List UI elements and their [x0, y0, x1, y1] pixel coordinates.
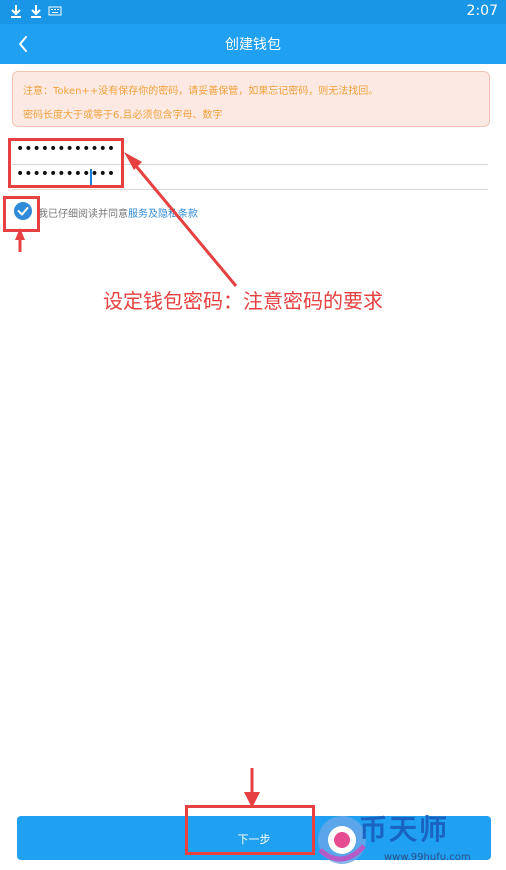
watermark-brand: 币天师 [359, 813, 450, 846]
annotation-arrows [15, 152, 260, 808]
next-button-highlight-box [185, 805, 315, 855]
watermark-url: www.99hufu.com [384, 852, 471, 863]
annotation-text: 设定钱包密码：注意密码的要求 [103, 289, 383, 313]
watermark: 币天师 www.99hufu.com [312, 804, 506, 870]
